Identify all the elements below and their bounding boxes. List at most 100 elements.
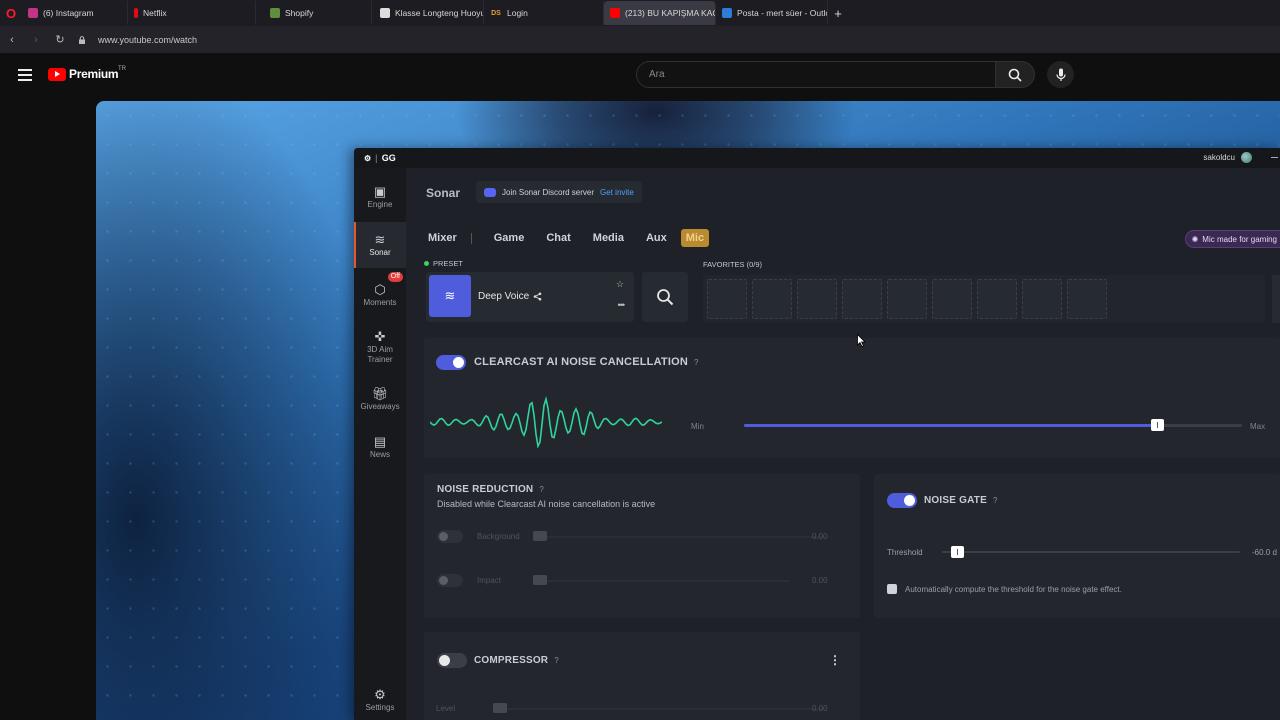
microphone-button[interactable]	[1047, 61, 1074, 88]
help-icon[interactable]: ?	[554, 656, 559, 665]
tab-label: (213) BU KAPIŞMA KAÇM...	[625, 8, 715, 18]
discord-text: Join Sonar Discord server	[502, 187, 595, 197]
back-icon[interactable]: ‹	[6, 34, 18, 46]
background-slider-thumb[interactable]	[533, 531, 547, 541]
sidebar-item-news[interactable]: ▤ News	[354, 424, 406, 470]
star-icon[interactable]: ☆	[616, 279, 624, 290]
tab-aux[interactable]: Aux	[646, 232, 667, 244]
threshold-label: Threshold	[887, 548, 923, 557]
tab-login[interactable]: DS Login	[484, 1, 604, 25]
level-slider-track	[494, 708, 824, 710]
more-icon[interactable]: •••	[618, 300, 626, 310]
noise-gate-toggle[interactable]	[887, 493, 917, 508]
noise-reduction-panel: NOISE REDUCTION? Disabled while Clearcas…	[424, 474, 860, 618]
search-input[interactable]: Ara	[636, 61, 996, 88]
favorite-slot[interactable]	[887, 279, 927, 319]
level-slider-thumb[interactable]	[493, 703, 507, 713]
preset-search-button[interactable]	[642, 272, 688, 322]
cursor-icon	[857, 334, 866, 347]
noise-reduction-subtitle: Disabled while Clearcast AI noise cancel…	[437, 499, 656, 509]
threshold-value: -60.0 d	[1252, 548, 1277, 557]
new-tab-icon[interactable]: +	[828, 1, 848, 25]
tab-label: Posta - mert süer - Outloo	[737, 8, 828, 18]
tab-mic[interactable]: Mic	[680, 229, 710, 247]
tab-label: Shopify	[285, 8, 314, 18]
sidebar-item-giveaways[interactable]: 🎁︎ Giveaways	[354, 376, 406, 422]
discord-icon	[484, 187, 496, 197]
slider-thumb[interactable]	[951, 546, 964, 558]
preset-label: PRESET	[424, 259, 463, 268]
hexagon-icon: ⬡	[374, 281, 386, 297]
noise-gate-title-text: NOISE GATE	[924, 495, 987, 506]
tab-chat[interactable]: Chat	[546, 232, 570, 244]
book-icon: ▤	[373, 433, 387, 449]
slider-thumb[interactable]	[1151, 419, 1164, 431]
chip-icon: ▣	[373, 183, 387, 199]
favorite-slot[interactable]	[752, 279, 792, 319]
clearcast-toggle[interactable]	[436, 355, 466, 370]
noise-gate-panel: NOISE GATE? Threshold -60.0 d Automatica…	[874, 474, 1280, 618]
sidebar-item-aim-trainer[interactable]: ✜ 3D Aim Trainer	[354, 322, 406, 372]
minimize-icon[interactable]	[1271, 157, 1278, 158]
noise-gate-title: NOISE GATE?	[924, 495, 998, 506]
tab-youtube[interactable]: (213) BU KAPIŞMA KAÇM...	[604, 1, 716, 25]
klasse-icon	[380, 8, 390, 18]
page-title: Sonar	[426, 186, 461, 200]
help-icon[interactable]: ?	[993, 496, 998, 505]
sidebar-item-label: Moments	[363, 297, 397, 307]
impact-slider-thumb[interactable]	[533, 575, 547, 585]
clearcast-panel: CLEARCAST AI NOISE CANCELLATION? Min Max	[424, 338, 1280, 458]
clearcast-slider[interactable]	[744, 419, 1242, 431]
mic-promo-text: Mic made for gaming	[1202, 234, 1277, 244]
compressor-toggle[interactable]	[437, 653, 467, 668]
sidebar-item-sonar[interactable]: ≋ Sonar	[354, 222, 406, 268]
threshold-slider[interactable]	[942, 546, 1240, 558]
url-field[interactable]: www.youtube.com/watch	[98, 35, 197, 45]
sidebar-item-settings[interactable]: ⚙ Settings	[354, 680, 406, 720]
impact-toggle[interactable]	[437, 574, 463, 587]
tab-label: Klasse Longteng Huoyun	[395, 8, 484, 18]
kebab-menu-icon[interactable]: ⋮	[829, 654, 841, 666]
reload-icon[interactable]: ↻	[54, 33, 66, 46]
favorites-overflow	[1272, 275, 1280, 323]
tab-klasse[interactable]: Klasse Longteng Huoyun	[372, 1, 484, 25]
hamburger-icon[interactable]	[18, 69, 32, 81]
favorite-slot[interactable]	[1022, 279, 1062, 319]
tab-netflix[interactable]: Netflix	[128, 1, 256, 25]
ds-icon: DS	[491, 9, 501, 17]
tab-outlook[interactable]: Posta - mert süer - Outloo	[716, 1, 828, 25]
forward-icon[interactable]: ›	[30, 34, 42, 46]
background-toggle[interactable]	[437, 530, 463, 543]
tab-media[interactable]: Media	[593, 232, 624, 244]
mic-promo-pill[interactable]: ✺ Mic made for gaming	[1184, 230, 1280, 248]
gift-icon: 🎁︎	[371, 385, 389, 401]
sidebar-item-moments[interactable]: Off ⬡ Moments	[354, 272, 406, 318]
preset-selector[interactable]: ≋ Deep Voice ☆ •••	[426, 272, 634, 322]
tab-instagram[interactable]: (6) Instagram	[22, 1, 128, 25]
favorite-slot[interactable]	[932, 279, 972, 319]
youtube-logo[interactable]: Premium	[48, 67, 119, 81]
search-button[interactable]	[995, 61, 1035, 88]
tab-game[interactable]: Game	[494, 232, 525, 244]
avatar	[1241, 152, 1252, 163]
share-icon[interactable]	[533, 292, 542, 301]
discord-banner[interactable]: Join Sonar Discord server Get invite	[476, 181, 642, 203]
tab-shopify[interactable]: Shopify	[256, 1, 372, 25]
auto-threshold-checkbox[interactable]	[887, 584, 897, 594]
favorite-slot[interactable]	[977, 279, 1017, 319]
user-menu[interactable]: sakoldcu	[1203, 152, 1252, 163]
gg-titlebar: ⚙ | GG sakoldcu	[354, 148, 1280, 168]
preset-name-text: Deep Voice	[478, 291, 530, 302]
opera-logo-icon[interactable]: O	[0, 0, 22, 26]
app-name: GG	[381, 153, 396, 163]
help-icon[interactable]: ?	[694, 358, 699, 367]
tab-mixer[interactable]: Mixer	[428, 232, 457, 244]
sidebar-item-engine[interactable]: ▣ Engine	[354, 174, 406, 220]
help-icon[interactable]: ?	[539, 485, 544, 494]
gear-icon: ⚙	[374, 686, 386, 702]
favorite-slot[interactable]	[707, 279, 747, 319]
favorite-slot[interactable]	[1067, 279, 1107, 319]
get-invite-link[interactable]: Get invite	[600, 188, 634, 197]
favorite-slot[interactable]	[842, 279, 882, 319]
favorite-slot[interactable]	[797, 279, 837, 319]
